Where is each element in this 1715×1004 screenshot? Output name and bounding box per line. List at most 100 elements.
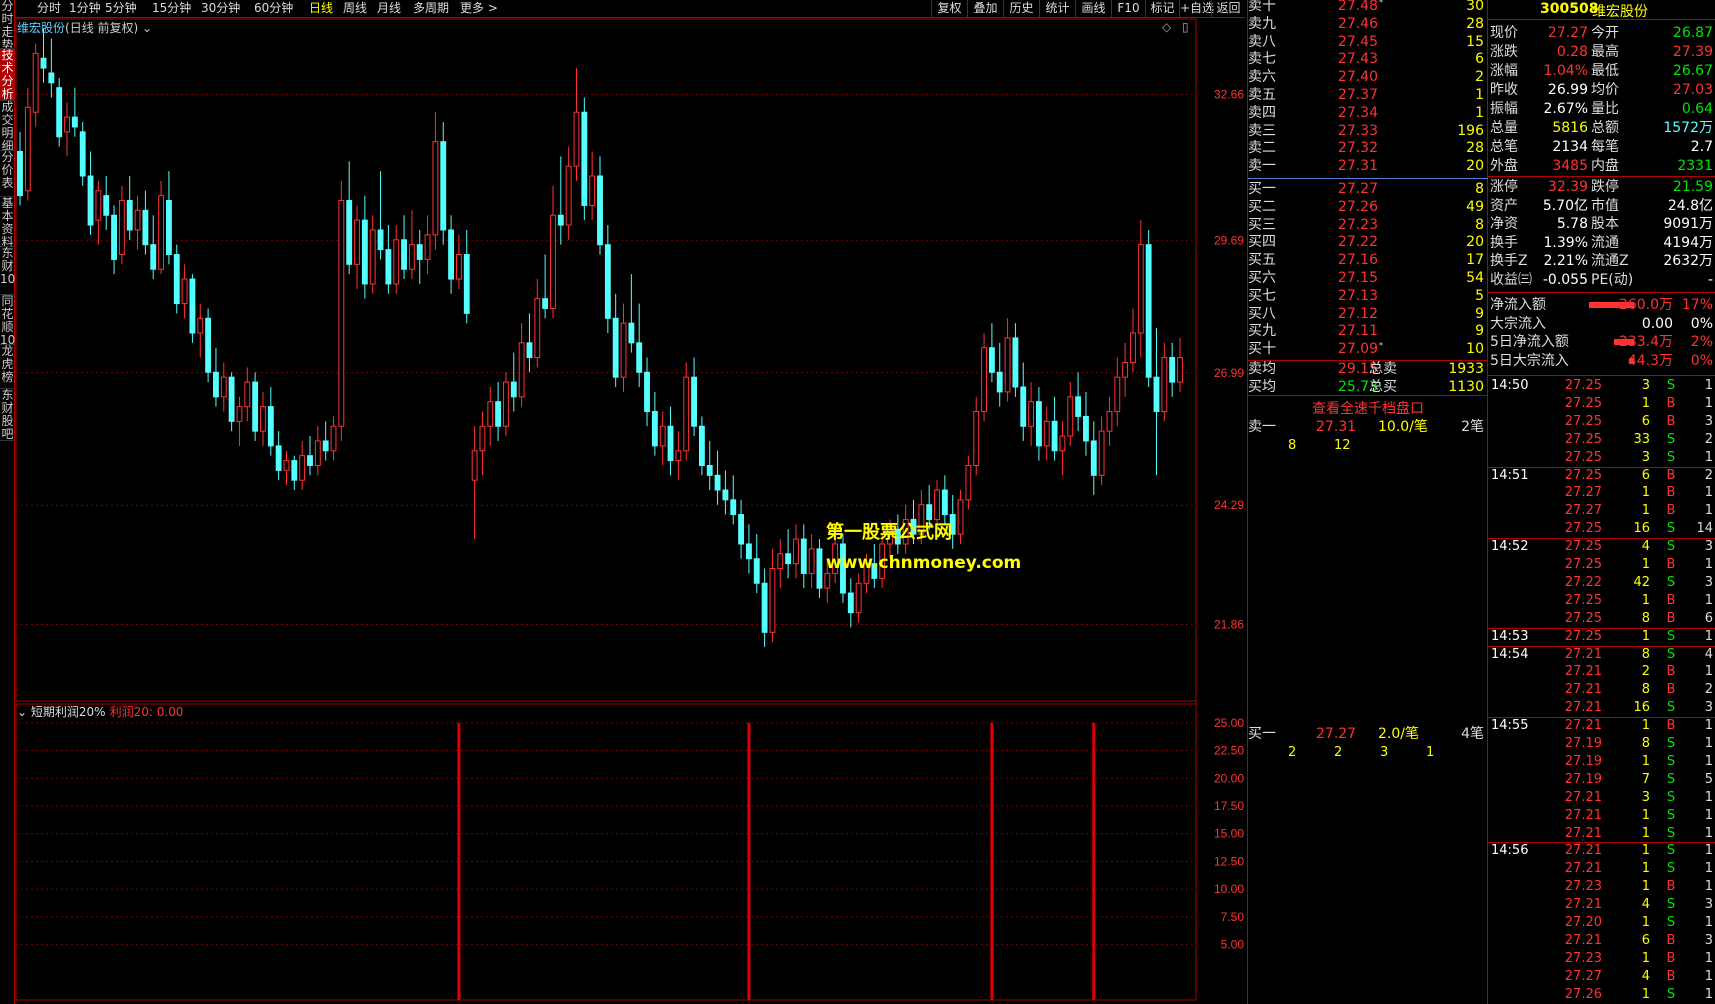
buy-level-8[interactable]: 买八 27.12 9	[1248, 305, 1488, 323]
sell-level-7[interactable]: 卖七 27.43 6	[1248, 50, 1488, 68]
candle-body[interactable]	[628, 322, 635, 344]
candle-body[interactable]	[79, 131, 86, 177]
candle-body[interactable]	[189, 278, 196, 334]
candle-body[interactable]	[244, 381, 251, 408]
candle-body[interactable]	[612, 317, 619, 378]
candle-body[interactable]	[346, 200, 353, 265]
sell-level-9[interactable]: 卖九 27.46 28	[1248, 15, 1488, 33]
sell-queue[interactable]: 卖一 27.31 10.0/笔 2笔	[1248, 418, 1488, 436]
candle-body[interactable]	[495, 401, 502, 427]
candle-body[interactable]	[275, 445, 282, 471]
kline-chart[interactable]: 32.66 29.69 26.99 24.29 21.86 25.00 22.50 20.00…	[0, 0, 1247, 1004]
candle-body[interactable]	[557, 214, 564, 226]
candle-body[interactable]	[448, 229, 455, 280]
candle-body[interactable]	[95, 190, 102, 221]
candle-body[interactable]	[1130, 332, 1136, 363]
candle-body[interactable]	[369, 229, 376, 285]
candle-body[interactable]	[691, 376, 697, 427]
sell-level-1[interactable]: 卖一 27.31 20	[1248, 157, 1488, 175]
candle-body[interactable]	[683, 376, 690, 452]
candle-body[interactable]	[550, 214, 556, 309]
candle-body[interactable]	[722, 489, 729, 501]
candle-body[interactable]	[769, 568, 776, 633]
candle-body[interactable]	[996, 371, 1003, 393]
candle-body[interactable]	[479, 425, 486, 452]
candle-body[interactable]	[1020, 386, 1027, 427]
candle-body[interactable]	[314, 440, 321, 466]
candle-body[interactable]	[730, 499, 737, 516]
candle-body[interactable]	[808, 548, 815, 574]
candle-body[interactable]	[957, 499, 964, 535]
candle-body[interactable]	[973, 411, 980, 466]
buy-level-9[interactable]: 买九 27.11 9	[1248, 322, 1488, 340]
buy-level-1[interactable]: 买一 27.27 8	[1248, 180, 1488, 198]
candle-body[interactable]	[1177, 357, 1183, 383]
candle-body[interactable]	[698, 425, 705, 466]
candle-body[interactable]	[1059, 435, 1066, 452]
candle-body[interactable]	[1137, 244, 1144, 334]
panel-icon[interactable]: ▯	[1182, 20, 1189, 34]
candle-body[interactable]	[1012, 337, 1019, 388]
candle-body[interactable]	[753, 558, 760, 584]
candle-body[interactable]	[745, 543, 752, 560]
candle-body[interactable]	[416, 244, 423, 260]
buy-level-5[interactable]: 买五 27.16 17	[1248, 251, 1488, 269]
buy-level-2[interactable]: 买二 27.26 49	[1248, 198, 1488, 216]
candle-body[interactable]	[518, 342, 525, 398]
candle-body[interactable]	[56, 87, 63, 138]
sell-level-5[interactable]: 卖五 27.37 1	[1248, 86, 1488, 104]
candle-body[interactable]	[408, 244, 415, 270]
candle-body[interactable]	[675, 450, 682, 462]
candle-body[interactable]	[111, 214, 117, 260]
candle-body[interactable]	[503, 381, 509, 427]
sell-level-8[interactable]: 卖八 27.45 15	[1248, 33, 1488, 51]
candle-body[interactable]	[581, 111, 588, 206]
candle-body[interactable]	[158, 195, 165, 270]
candle-body[interactable]	[181, 278, 188, 305]
candle-body[interactable]	[988, 347, 995, 373]
sell-level-2[interactable]: 卖二 27.32 28	[1248, 139, 1488, 157]
candle-body[interactable]	[283, 460, 290, 471]
sell-level-4[interactable]: 卖四 27.34 1	[1248, 104, 1488, 122]
candle-body[interactable]	[299, 455, 306, 481]
candle-body[interactable]	[1098, 430, 1105, 476]
candle-body[interactable]	[981, 347, 987, 413]
candle-body[interactable]	[267, 406, 274, 447]
candle-body[interactable]	[165, 200, 172, 256]
candle-body[interactable]	[1122, 361, 1129, 378]
candle-body[interactable]	[589, 175, 596, 206]
candle-body[interactable]	[432, 141, 439, 236]
candle-body[interactable]	[252, 381, 259, 432]
candle-body[interactable]	[659, 425, 666, 447]
candle-body[interactable]	[17, 150, 23, 197]
candle-body[interactable]	[651, 411, 658, 447]
candle-body[interactable]	[24, 106, 31, 192]
candle-body[interactable]	[706, 464, 713, 476]
candle-body[interactable]	[800, 538, 807, 574]
candle-body[interactable]	[424, 234, 431, 260]
indicator-collapse-icon[interactable]: ⌄	[17, 705, 31, 719]
candle-body[interactable]	[134, 209, 141, 231]
candle-body[interactable]	[761, 582, 768, 633]
candle-body[interactable]	[534, 298, 541, 359]
buy-level-7[interactable]: 买七 27.13 5	[1248, 287, 1488, 305]
candle-body[interactable]	[354, 219, 360, 265]
candle-body[interactable]	[1106, 411, 1113, 432]
candle-body[interactable]	[118, 200, 125, 256]
candle-body[interactable]	[965, 464, 972, 501]
candle-body[interactable]	[330, 425, 337, 452]
candle-body[interactable]	[1090, 440, 1097, 476]
buy-level-10[interactable]: 买十 27.09 * 10	[1248, 340, 1488, 358]
candle-body[interactable]	[150, 244, 157, 270]
candle-body[interactable]	[620, 322, 627, 378]
candle-body[interactable]	[322, 440, 329, 452]
candle-body[interactable]	[87, 175, 94, 226]
candle-body[interactable]	[48, 72, 55, 84]
candle-body[interactable]	[573, 111, 580, 167]
candle-body[interactable]	[1051, 420, 1058, 452]
candle-body[interactable]	[1153, 376, 1160, 413]
candle-body[interactable]	[934, 489, 940, 520]
candle-body[interactable]	[197, 317, 204, 334]
candle-body[interactable]	[1075, 396, 1082, 417]
candle-body[interactable]	[604, 244, 611, 319]
